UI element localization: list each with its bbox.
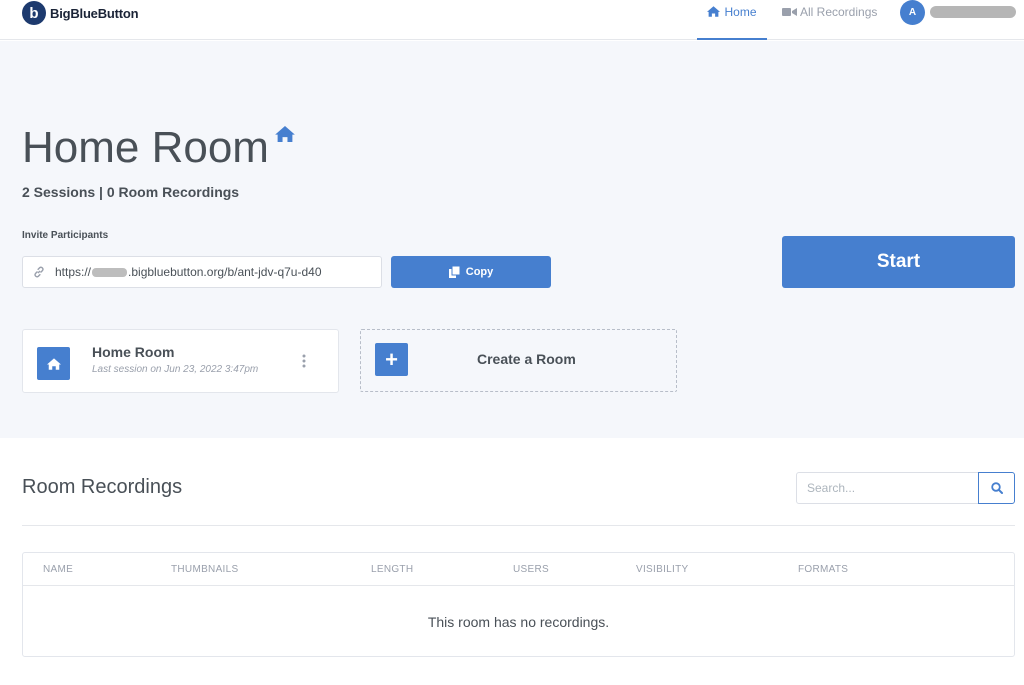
column-header-thumbnails[interactable]: THUMBNAILS	[171, 564, 238, 575]
sessions-summary: 2 Sessions | 0 Room Recordings	[22, 184, 240, 200]
column-header-visibility[interactable]: VISIBILITY	[636, 564, 688, 575]
home-room-card[interactable]: Home Room Last session on Jun 23, 2022 3…	[22, 329, 339, 393]
home-icon	[37, 347, 70, 380]
user-avatar[interactable]: A	[900, 0, 925, 25]
column-header-name[interactable]: NAME	[43, 564, 73, 575]
kebab-menu-icon[interactable]	[302, 354, 306, 368]
create-room-card[interactable]: + Create a Room	[360, 329, 677, 392]
column-header-length[interactable]: LENGTH	[371, 564, 413, 575]
invite-url-prefix: https://	[55, 265, 92, 279]
room-recordings-title: Room Recordings	[22, 476, 183, 498]
empty-recordings-message: This room has no recordings.	[427, 614, 610, 630]
nav-home-link[interactable]: Home	[697, 0, 767, 40]
brand-name: BigBlueButton	[50, 5, 139, 21]
plus-icon: +	[375, 343, 408, 376]
create-room-label: Create a Room	[477, 351, 576, 367]
copy-button[interactable]: Copy	[391, 256, 551, 288]
table-header-divider	[23, 585, 1014, 586]
top-navbar: b BigBlueButton Home All Recordings A	[0, 0, 1024, 40]
home-icon	[707, 6, 721, 17]
section-divider	[22, 525, 1015, 526]
search-icon	[990, 482, 1003, 494]
nav-home-label: Home	[724, 5, 757, 19]
search-button[interactable]	[978, 472, 1015, 504]
invite-participants-label: Invite Participants	[22, 230, 109, 241]
invite-url-redacted	[92, 267, 128, 277]
link-icon	[34, 266, 44, 278]
home-room-icon	[275, 126, 295, 142]
recordings-table: NAME THUMBNAILS LENGTH USERS VISIBILITY …	[22, 552, 1015, 657]
video-camera-icon	[782, 8, 797, 16]
start-button[interactable]: Start	[782, 236, 1015, 288]
column-header-users[interactable]: USERS	[513, 564, 549, 575]
invite-url-suffix: .bigbluebutton.org/b/ant-jdv-q7u-d40	[128, 265, 322, 279]
brand-logo[interactable]: b BigBlueButton	[22, 1, 139, 25]
nav-recordings-label: All Recordings	[800, 5, 878, 19]
username-redacted[interactable]	[930, 6, 1016, 18]
recordings-search-input[interactable]: Search...	[796, 472, 979, 504]
page-title: Home Room	[22, 123, 269, 172]
copy-icon	[448, 266, 460, 278]
bigbluebutton-logo-icon: b	[22, 1, 46, 25]
copy-button-label: Copy	[465, 266, 494, 278]
column-header-formats[interactable]: FORMATS	[798, 564, 848, 575]
nav-all-recordings-link[interactable]: All Recordings	[782, 5, 877, 19]
room-card-last-session: Last session on Jun 23, 2022 3:47pm	[92, 364, 259, 375]
invite-url-field[interactable]: https:// .bigbluebutton.org/b/ant-jdv-q7…	[22, 256, 382, 288]
room-card-name: Home Room	[92, 344, 175, 360]
